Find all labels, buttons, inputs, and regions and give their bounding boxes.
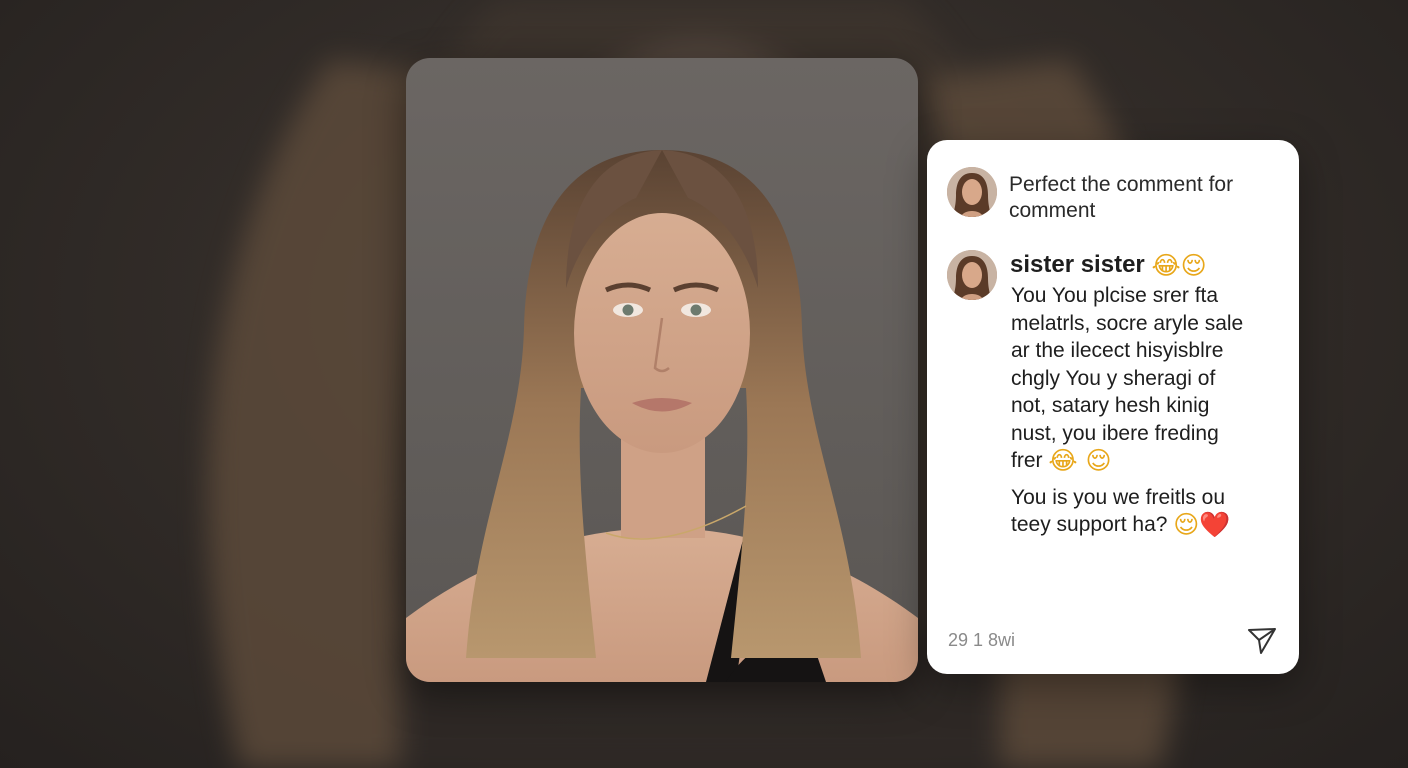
post-photo	[406, 58, 918, 682]
portrait-photo	[406, 150, 918, 682]
emoji: 😌	[1173, 510, 1200, 539]
comment-line-text: frer	[1011, 449, 1043, 472]
comment-line: melatrls, socre aryle sale	[1011, 311, 1244, 335]
comment-line: You is you we freitls ou	[1011, 485, 1226, 509]
emoji: 😂😌	[1151, 251, 1207, 280]
avatar[interactable]	[947, 167, 997, 217]
comment-line: frer 😂 😌	[1011, 447, 1291, 475]
emoji: 😂 😌	[1048, 446, 1112, 475]
comment-prompt: Perfect the comment for comment	[1009, 173, 1234, 222]
comment-line: teey support ha? 😌❤️	[1011, 511, 1291, 539]
heart-emoji: ❤️	[1199, 510, 1231, 539]
comment-line: chgly You y sheragi of	[1011, 366, 1216, 390]
avatar[interactable]	[947, 250, 997, 300]
comment-body: You You plcise srer fta melatrls, socre …	[1011, 282, 1291, 539]
timestamp: 29 1 8wi	[948, 630, 1016, 650]
comment-panel: Perfect the comment for comment sister s…	[927, 140, 1299, 674]
comment-line: ar the ilecect hisyisblre	[1011, 339, 1224, 362]
send-icon	[1248, 628, 1276, 654]
comment-username[interactable]: sister sister 😂😌	[1010, 250, 1207, 281]
comment-line: You You plcise srer fta	[1011, 284, 1219, 307]
comment-line: nust, you ibere freding	[1011, 421, 1219, 445]
send-button[interactable]	[1245, 624, 1279, 658]
username-text: sister sister	[1010, 251, 1145, 278]
comment-line: not, satary hesh kinig	[1011, 394, 1210, 417]
comment-line-text: teey support ha?	[1011, 513, 1168, 536]
